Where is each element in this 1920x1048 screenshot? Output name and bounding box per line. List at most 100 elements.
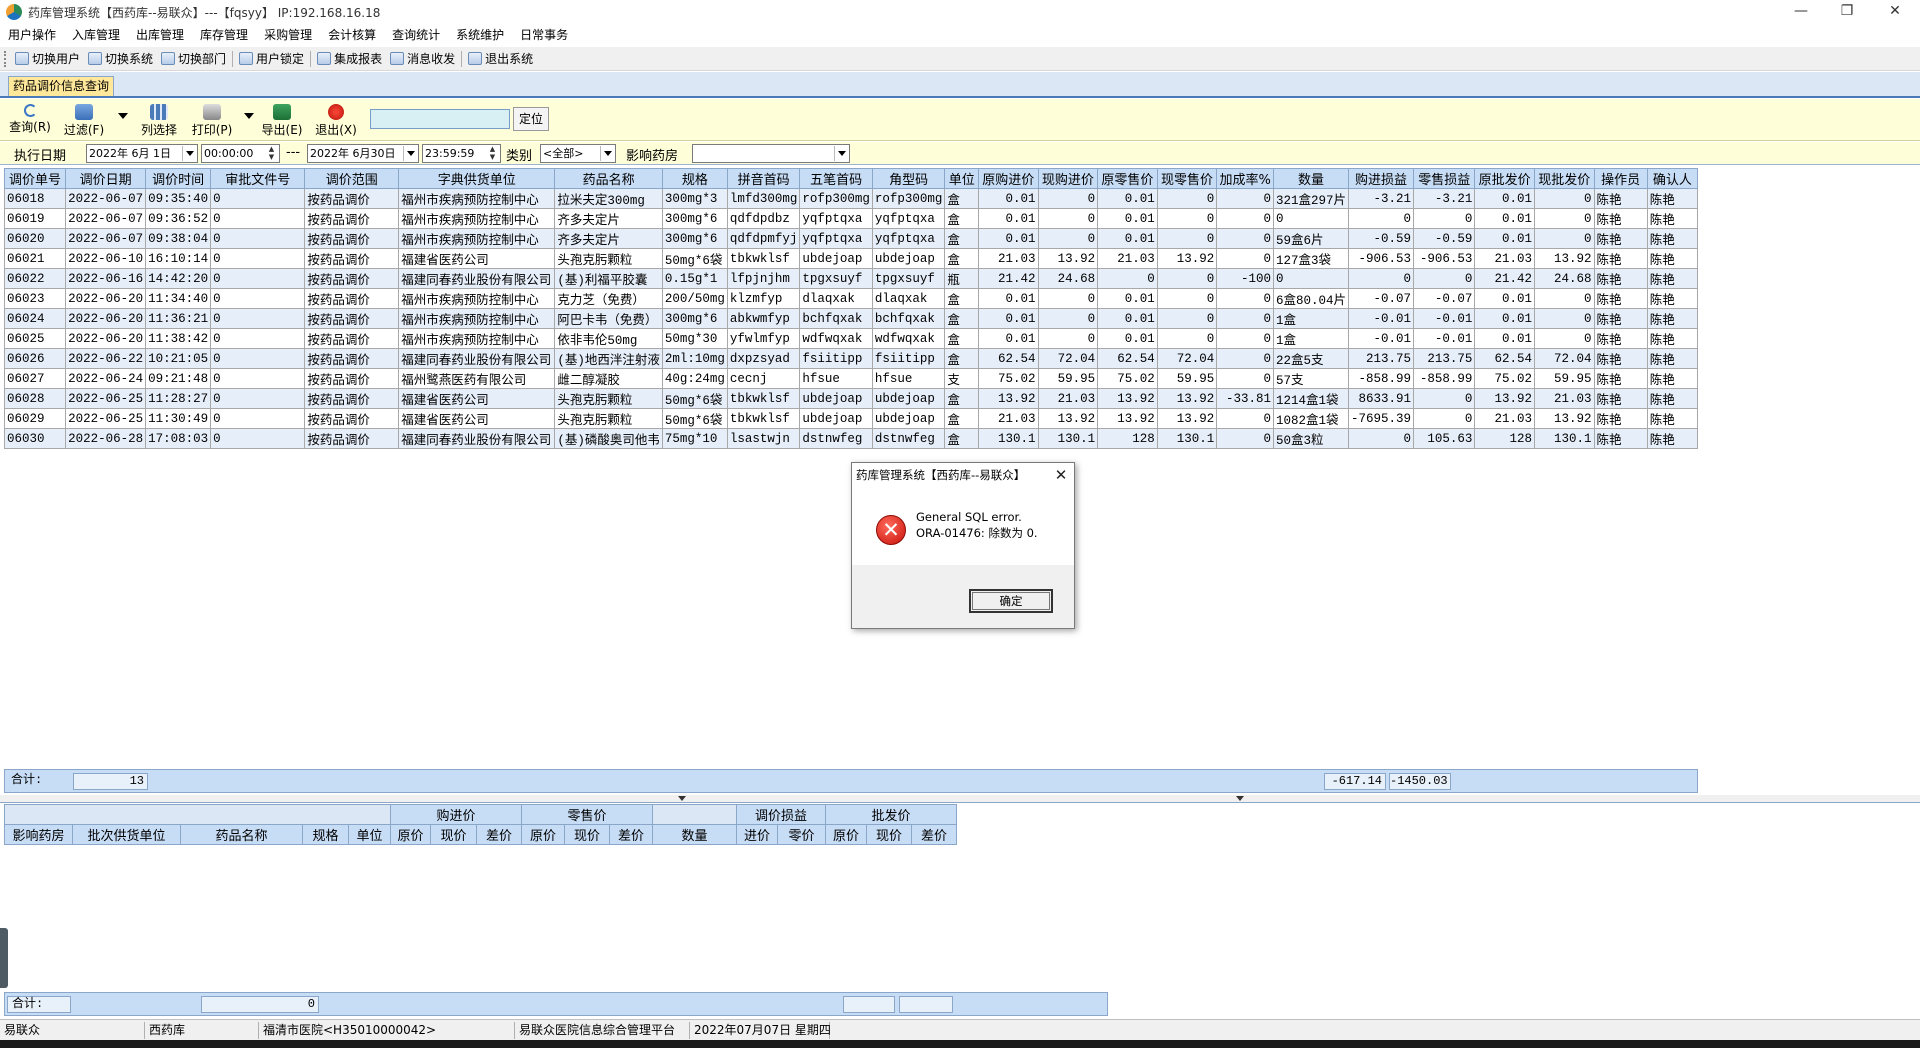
table-cell[interactable]: 11:38:42 <box>145 328 212 349</box>
table-cell[interactable]: 130.1 <box>977 428 1039 449</box>
table-cell[interactable]: 0 <box>1156 208 1218 229</box>
dialog-title-bar[interactable]: 药库管理系统【西药库--易联众】 ✕ <box>852 463 1074 487</box>
table-cell[interactable]: 72.04 <box>1037 348 1099 369</box>
table-cell[interactable]: 福州市疾病预防控制中心 <box>398 188 556 209</box>
menu-user-ops[interactable]: 用户操作 <box>0 24 64 46</box>
table-cell[interactable]: dlaqxak <box>871 288 946 309</box>
table-row[interactable]: 06022 2022-06-16 14:42:20 0 按药品调价 福建同春药业股份有限公… <box>3 268 1699 289</box>
table-cell[interactable]: 213.75 <box>1413 348 1476 369</box>
tab-price-adjust-query[interactable]: 药品调价信息查询 <box>8 76 115 96</box>
table-cell[interactable]: 0 <box>1272 208 1350 229</box>
table-cell[interactable]: -858.99 <box>1347 368 1415 389</box>
table-cell[interactable]: 59.95 <box>1533 368 1595 389</box>
table-cell[interactable]: 0 <box>1156 268 1218 289</box>
table-cell[interactable]: 06027 <box>3 368 67 389</box>
table-row[interactable]: 06018 2022-06-07 09:35:40 0 按药品调价 福州市疾病预防控制中心… <box>3 188 1699 209</box>
table-cell[interactable]: lsastwjn <box>726 428 801 449</box>
table-cell[interactable]: ubdejoap <box>871 408 946 429</box>
toolbar-grip[interactable] <box>4 50 7 67</box>
table-cell[interactable]: 72.04 <box>1533 348 1595 369</box>
table-cell[interactable]: 福州市疾病预防控制中心 <box>398 288 556 309</box>
table-cell[interactable]: 0 <box>210 368 306 389</box>
table-cell[interactable]: 75.02 <box>1474 368 1535 389</box>
locate-button[interactable]: 定位 <box>513 107 549 131</box>
table-cell[interactable]: 0 <box>1347 208 1415 229</box>
table-cell[interactable]: 40g:24mg <box>661 368 728 389</box>
table-cell[interactable]: 0.01 <box>1474 288 1535 309</box>
table-cell[interactable]: yqfptqxa <box>799 228 873 249</box>
table-cell[interactable]: 0 <box>1533 228 1595 249</box>
table-cell[interactable]: 0.01 <box>977 208 1039 229</box>
table-cell[interactable]: 瓶 <box>944 268 979 289</box>
table-cell[interactable]: 0 <box>1216 288 1274 309</box>
table-cell[interactable]: 06026 <box>3 348 67 369</box>
table-cell[interactable]: -0.07 <box>1347 288 1415 309</box>
messages-button[interactable]: 消息收发 <box>386 48 459 70</box>
chevron-down-icon[interactable] <box>403 146 417 161</box>
detail-column-header[interactable]: 现价 <box>866 824 912 845</box>
table-cell[interactable]: 2022-06-16 <box>65 268 147 289</box>
table-cell[interactable]: 13.92 <box>977 388 1039 409</box>
table-cell[interactable]: 0 <box>1347 428 1415 449</box>
table-cell[interactable]: 0.01 <box>977 188 1039 209</box>
table-cell[interactable]: 按药品调价 <box>304 268 400 289</box>
print-button[interactable]: 打印(P) <box>190 102 234 138</box>
table-cell[interactable]: hfsue <box>799 368 873 389</box>
table-cell[interactable]: 128 <box>1474 428 1535 449</box>
table-cell[interactable]: 0 <box>1156 328 1218 349</box>
table-cell[interactable]: 福州鹭燕医药有限公司 <box>398 368 556 389</box>
table-cell[interactable]: 0.01 <box>1474 328 1535 349</box>
table-cell[interactable]: 13.92 <box>1533 408 1595 429</box>
table-cell[interactable]: 0 <box>210 308 306 329</box>
table-cell[interactable]: 0 <box>1216 248 1274 269</box>
table-cell[interactable]: 2ml:10mg <box>661 348 728 369</box>
table-cell[interactable]: hfsue <box>871 368 946 389</box>
table-cell[interactable]: 62.54 <box>1097 348 1158 369</box>
column-select-button[interactable]: 列选择 <box>136 102 182 138</box>
table-cell[interactable]: 130.1 <box>1156 428 1218 449</box>
table-cell[interactable]: 2022-06-20 <box>65 328 147 349</box>
table-cell[interactable]: 阿巴卡韦（免费） <box>554 308 663 329</box>
table-cell[interactable]: 21.42 <box>1474 268 1535 289</box>
table-cell[interactable]: 11:34:40 <box>145 288 212 309</box>
table-cell[interactable]: 陈艳 <box>1646 368 1699 389</box>
spinner-icon[interactable]: ▲ ▼ <box>265 145 278 162</box>
table-cell[interactable]: 福建同春药业股份有限公司 <box>398 268 556 289</box>
table-cell[interactable]: 支 <box>944 368 979 389</box>
table-cell[interactable]: 0.01 <box>977 288 1039 309</box>
table-cell[interactable]: 0 <box>210 188 306 209</box>
table-cell[interactable]: 克力芝（免费） <box>554 288 663 309</box>
table-cell[interactable]: 09:21:48 <box>145 368 212 389</box>
table-cell[interactable]: ubdejoap <box>871 248 946 269</box>
table-cell[interactable]: 13.92 <box>1156 388 1218 409</box>
table-row[interactable]: 06030 2022-06-28 17:08:03 0 按药品调价 福建同春药业股份有限公… <box>3 428 1699 449</box>
table-cell[interactable]: 陈艳 <box>1593 188 1648 209</box>
table-cell[interactable]: 按药品调价 <box>304 228 400 249</box>
table-cell[interactable]: 盒 <box>944 248 979 269</box>
table-cell[interactable]: ubdejoap <box>799 248 873 269</box>
column-header[interactable]: 原购进价 <box>977 168 1039 189</box>
table-cell[interactable]: 0 <box>210 228 306 249</box>
table-cell[interactable]: 0 <box>1413 268 1476 289</box>
table-cell[interactable]: -0.07 <box>1413 288 1476 309</box>
table-cell[interactable]: 陈艳 <box>1593 328 1648 349</box>
table-cell[interactable]: 11:36:21 <box>145 308 212 329</box>
table-cell[interactable]: tbkwklsf <box>726 248 801 269</box>
menu-accounting[interactable]: 会计核算 <box>320 24 384 46</box>
table-cell[interactable]: 陈艳 <box>1646 388 1699 409</box>
table-cell[interactable]: 0 <box>210 408 306 429</box>
table-cell[interactable]: 0 <box>1347 268 1415 289</box>
table-cell[interactable]: 按药品调价 <box>304 348 400 369</box>
table-cell[interactable]: 0 <box>1216 188 1274 209</box>
column-header[interactable]: 数量 <box>1272 168 1350 189</box>
end-time-field[interactable]: 23:59:59 ▲ ▼ <box>422 144 501 163</box>
table-cell[interactable]: 0 <box>1097 268 1158 289</box>
table-cell[interactable]: 300mg*6 <box>661 208 728 229</box>
table-cell[interactable]: 6盒80.04片 <box>1272 288 1350 309</box>
table-cell[interactable]: 0 <box>1216 408 1274 429</box>
table-cell[interactable]: -906.53 <box>1413 248 1476 269</box>
table-cell[interactable]: -33.81 <box>1216 388 1274 409</box>
column-header[interactable]: 调价单号 <box>3 168 67 189</box>
menu-inbound[interactable]: 入库管理 <box>64 24 128 46</box>
table-cell[interactable]: -0.01 <box>1347 328 1415 349</box>
